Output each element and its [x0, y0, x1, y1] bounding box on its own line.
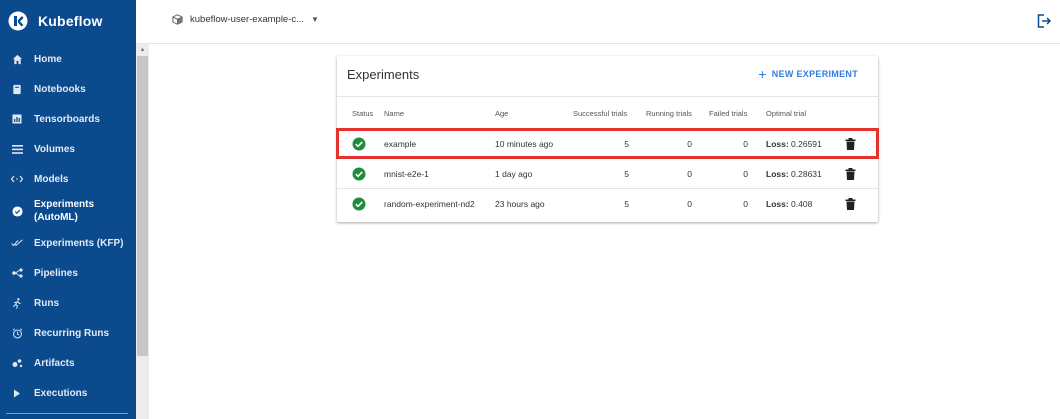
alarm-icon [10, 326, 24, 340]
sidebar-divider [6, 413, 128, 414]
successful-trials-count: 5 [624, 199, 629, 209]
success-check-icon [352, 167, 366, 181]
play-icon [10, 386, 24, 400]
notebook-icon [10, 82, 24, 96]
runner-icon [10, 296, 24, 310]
sidebar-item-label: Executions [34, 387, 88, 399]
column-header-status[interactable]: Status [352, 109, 373, 118]
sidebar-item-label: Pipelines [34, 267, 78, 279]
namespace-label: kubeflow-user-example-c... [190, 14, 305, 25]
table-row[interactable]: random-experiment-nd2 23 hours ago 5 0 0… [337, 189, 878, 219]
scroll-up-arrow-icon[interactable]: ▲ [136, 44, 149, 56]
column-header-running-trials[interactable]: Running trials [646, 109, 692, 118]
column-header-failed-trials[interactable]: Failed trials [709, 109, 747, 118]
optimal-trial-loss: Loss: 0.408 [766, 199, 812, 209]
sidebar-item-home[interactable]: Home [0, 44, 136, 74]
loss-label: Loss: [766, 169, 789, 179]
sidebar-item-tensorboards[interactable]: Tensorboards [0, 104, 136, 134]
list-icon [10, 142, 24, 156]
sidebar-item-label: Notebooks [34, 83, 86, 95]
sidebar-item-recurring-runs[interactable]: Recurring Runs [0, 318, 136, 348]
sidebar-item-label: Runs [34, 297, 59, 309]
sidebar-item-label: Volumes [34, 143, 75, 155]
top-bar: kubeflow-user-example-c... ▼ [136, 0, 1060, 44]
home-icon [10, 52, 24, 66]
plus-icon: + [758, 66, 767, 82]
sidebar-item-executions[interactable]: Executions [0, 378, 136, 408]
sidebar-item-models[interactable]: Models [0, 164, 136, 194]
new-experiment-label: NEW EXPERIMENT [771, 69, 858, 79]
sidebar-item-label: Tensorboards [34, 113, 100, 125]
namespace-selector[interactable]: kubeflow-user-example-c... ▼ [172, 14, 319, 25]
failed-trials-count: 0 [743, 199, 748, 209]
delete-icon[interactable] [845, 198, 856, 210]
successful-trials-count: 5 [624, 169, 629, 179]
success-check-icon [352, 197, 366, 211]
sidebar-item-label: Experiments (AutoML) [34, 199, 95, 223]
logout-icon[interactable] [1036, 13, 1052, 29]
delete-icon[interactable] [845, 168, 856, 180]
running-trials-count: 0 [687, 199, 692, 209]
loss-label: Loss: [766, 199, 789, 209]
experiment-name-link[interactable]: mnist-e2e-1 [384, 169, 429, 179]
sidebar-item-label: Home [34, 53, 62, 65]
page-title: Experiments [347, 67, 420, 82]
table-row[interactable]: mnist-e2e-1 1 day ago 5 0 0 Loss: 0.2863… [337, 159, 878, 189]
experiment-age: 1 day ago [495, 169, 533, 179]
table-header: Status Name Age Successful trials Runnin… [337, 96, 878, 129]
column-header-optimal-trial[interactable]: Optimal trial [766, 109, 806, 118]
sidebar-item-volumes[interactable]: Volumes [0, 134, 136, 164]
experiment-name-link[interactable]: random-experiment-nd2 [384, 199, 475, 209]
sidebar-item-experiments-kfp[interactable]: Experiments (KFP) [0, 228, 136, 258]
loss-value: 0.28631 [788, 169, 822, 179]
column-header-successful-trials[interactable]: Successful trials [573, 109, 627, 118]
sidebar-scrollbar[interactable]: ▲ [136, 44, 149, 419]
column-header-name[interactable]: Name [384, 109, 404, 118]
artifacts-icon [10, 356, 24, 370]
optimal-trial-loss: Loss: 0.28631 [766, 169, 822, 179]
sidebar-item-experiments-automl[interactable]: Experiments (AutoML) [0, 194, 136, 228]
check-double-icon [10, 236, 24, 250]
chart-icon [10, 112, 24, 126]
row-highlight-box [336, 128, 879, 159]
experiment-icon [10, 204, 24, 218]
sidebar-item-label: Experiments (KFP) [34, 237, 124, 249]
running-trials-count: 0 [687, 169, 692, 179]
new-experiment-button[interactable]: + NEW EXPERIMENT [758, 66, 858, 82]
sidebar-item-artifacts[interactable]: Artifacts [0, 348, 136, 378]
chevron-down-icon: ▼ [311, 15, 319, 24]
sidebar-item-runs[interactable]: Runs [0, 288, 136, 318]
loss-value: 0.408 [788, 199, 813, 209]
cube-icon [172, 14, 183, 25]
sidebar-item-label: Artifacts [34, 357, 75, 369]
sidebar-item-label: Models [34, 173, 69, 185]
sidebar-item-label: Recurring Runs [34, 327, 110, 339]
brand-name: Kubeflow [38, 13, 103, 29]
kubeflow-logo-icon [8, 11, 28, 31]
sidebar-nav: Home Notebooks Tensorboards Volumes Mode… [0, 44, 136, 408]
column-header-age[interactable]: Age [495, 109, 508, 118]
sidebar-item-notebooks[interactable]: Notebooks [0, 74, 136, 104]
pipeline-icon [10, 266, 24, 280]
experiment-age: 23 hours ago [495, 199, 545, 209]
sidebar-item-pipelines[interactable]: Pipelines [0, 258, 136, 288]
sidebar: Kubeflow Home Notebooks Tensorboards Vol… [0, 0, 136, 419]
code-arrows-icon [10, 172, 24, 186]
failed-trials-count: 0 [743, 169, 748, 179]
scroll-thumb[interactable] [137, 56, 148, 356]
brand[interactable]: Kubeflow [8, 8, 103, 34]
